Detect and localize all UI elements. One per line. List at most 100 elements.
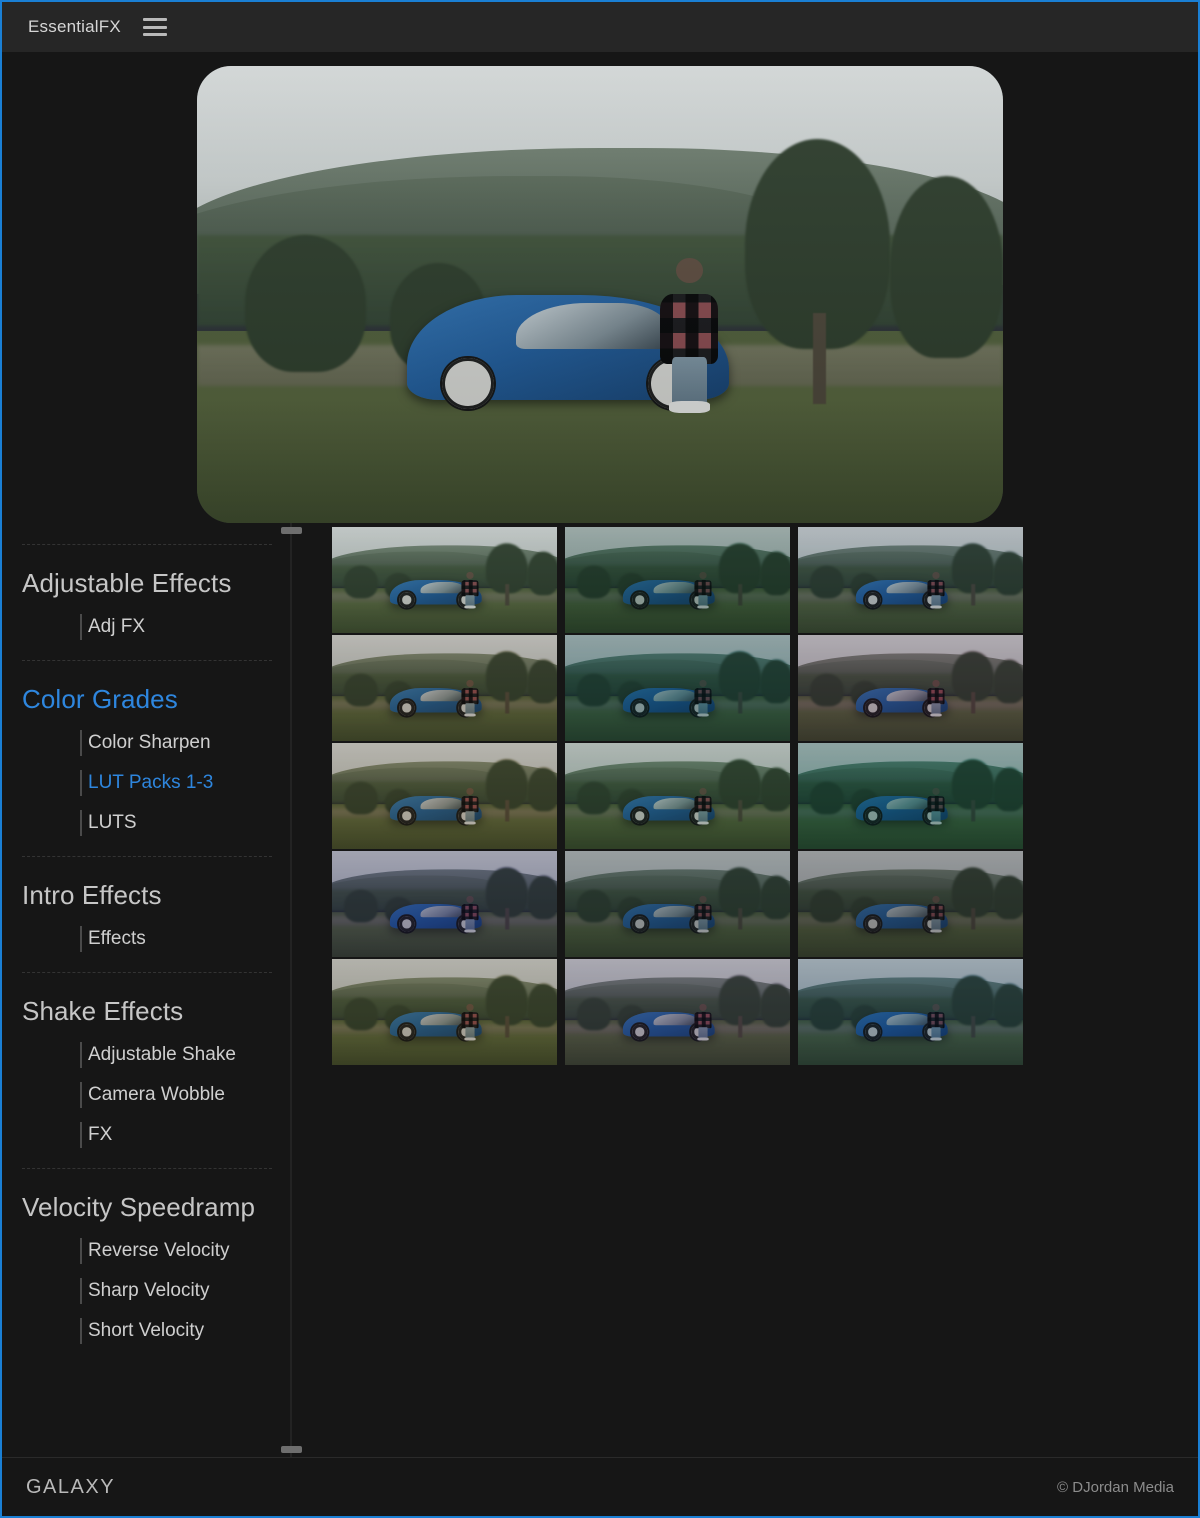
tree	[343, 997, 378, 1031]
thumbnail-scene	[798, 635, 1023, 741]
thumbnail-scene	[798, 851, 1023, 957]
preset-thumbnail[interactable]	[798, 527, 1023, 633]
person-plaid-shirt	[660, 294, 719, 364]
sidebar-group-velocity-speedramp[interactable]: Velocity Speedramp	[2, 1182, 290, 1231]
tree	[343, 889, 378, 923]
person-plaid-shirt	[461, 1011, 479, 1029]
sidebar-item-camera-wobble[interactable]: Camera Wobble	[2, 1075, 290, 1115]
tree	[576, 889, 611, 923]
sidebar-divider	[22, 544, 272, 545]
person-head	[698, 787, 707, 795]
person	[927, 787, 945, 825]
tree	[809, 997, 844, 1031]
thumbnail-scene	[798, 527, 1023, 633]
person-plaid-shirt	[461, 795, 479, 813]
car-wheel-front	[399, 1024, 415, 1040]
content-panes: Adjustable Effects Adj FX Color Grades Colo…	[2, 523, 1198, 1457]
person-plaid-shirt	[694, 795, 712, 813]
tree	[760, 551, 790, 596]
tree	[343, 781, 378, 815]
sidebar-item-color-sharpen[interactable]: Color Sharpen	[2, 723, 290, 763]
car-wheel-front	[632, 916, 648, 932]
preset-thumbnail[interactable]	[332, 851, 557, 957]
sidebar-item-sharp-velocity[interactable]: Sharp Velocity	[2, 1271, 290, 1311]
preset-thumbnail[interactable]	[565, 959, 790, 1065]
hamburger-icon[interactable]	[142, 18, 167, 36]
person	[461, 571, 479, 609]
pane-splitter[interactable]	[281, 523, 302, 1457]
preset-thumbnail[interactable]	[798, 743, 1023, 849]
car-wheel-front	[399, 700, 415, 716]
person-shoes	[697, 929, 709, 933]
tree	[527, 875, 557, 920]
thumbnail-scene	[565, 635, 790, 741]
preset-thumbnail[interactable]	[332, 743, 557, 849]
sidebar-item-fx[interactable]: FX	[2, 1115, 290, 1155]
sidebar-item-luts[interactable]: LUTS	[2, 803, 290, 843]
preset-thumbnail[interactable]	[798, 851, 1023, 957]
thumbnail-scene	[565, 851, 790, 957]
person	[927, 571, 945, 609]
hamburger-bar	[142, 33, 167, 36]
tree	[245, 235, 367, 373]
sidebar-item-short-velocity[interactable]: Short Velocity	[2, 1311, 290, 1351]
person-shoes	[464, 1037, 476, 1041]
sidebar-item-reverse-velocity[interactable]: Reverse Velocity	[2, 1231, 290, 1271]
person	[461, 787, 479, 825]
preset-thumbnail[interactable]	[565, 527, 790, 633]
sidebar-item-adjustable-shake[interactable]: Adjustable Shake	[2, 1035, 290, 1075]
tree	[809, 781, 844, 815]
tree	[760, 983, 790, 1028]
person-head	[465, 787, 474, 795]
car-windshield	[886, 797, 931, 809]
sidebar-item-lut-packs-1-3[interactable]: LUT Packs 1-3	[2, 763, 290, 803]
person-head	[931, 787, 940, 795]
splitter-grip-bottom[interactable]	[281, 1446, 302, 1453]
car-windshield	[653, 905, 698, 917]
person-head	[465, 895, 474, 903]
tree-trunk	[505, 584, 509, 606]
sidebar-group-intro-effects[interactable]: Intro Effects	[2, 870, 290, 919]
sidebar-group-shake-effects[interactable]: Shake Effects	[2, 986, 290, 1035]
person	[694, 1003, 712, 1041]
thumbnail-scene	[798, 959, 1023, 1065]
person-head	[698, 1003, 707, 1011]
person-shoes	[697, 821, 709, 825]
preset-thumbnail[interactable]	[798, 959, 1023, 1065]
thumbnail-scene	[565, 527, 790, 633]
splitter-grip-top[interactable]	[281, 527, 302, 534]
preset-thumbnail[interactable]	[798, 635, 1023, 741]
copyright-label: © DJordan Media	[1057, 1478, 1174, 1496]
person-head	[931, 679, 940, 687]
car-wheel-front	[399, 592, 415, 608]
sidebar-item-adj-fx[interactable]: Adj FX	[2, 607, 290, 647]
car-wheel-front	[632, 1024, 648, 1040]
person	[461, 679, 479, 717]
thumbnail-scene	[332, 959, 557, 1065]
preset-thumbnail[interactable]	[332, 959, 557, 1065]
person-plaid-shirt	[694, 579, 712, 597]
tree	[890, 175, 1003, 359]
tree-trunk	[971, 584, 975, 606]
person-shoes	[930, 821, 942, 825]
tree-trunk	[971, 800, 975, 822]
effects-sidebar[interactable]: Adjustable Effects Adj FX Color Grades Colo…	[2, 523, 290, 1457]
preset-thumbnail[interactable]	[565, 851, 790, 957]
preset-thumbnail[interactable]	[332, 527, 557, 633]
person-head	[698, 679, 707, 687]
tree-trunk	[738, 800, 742, 822]
preset-thumbnail[interactable]	[332, 635, 557, 741]
sidebar-group-adjustable-effects[interactable]: Adjustable Effects	[2, 558, 290, 607]
car-windshield	[420, 689, 465, 701]
thumbnail-scene	[798, 743, 1023, 849]
person	[927, 895, 945, 933]
tree-trunk	[505, 1016, 509, 1038]
sidebar-item-effects[interactable]: Effects	[2, 919, 290, 959]
preset-thumbnail-grid	[332, 527, 1027, 1065]
video-preview[interactable]	[197, 66, 1003, 523]
car-windshield	[420, 797, 465, 809]
sidebar-group-color-grades[interactable]: Color Grades	[2, 674, 290, 723]
preset-thumbnail[interactable]	[565, 635, 790, 741]
preset-thumbnail[interactable]	[565, 743, 790, 849]
person-head	[931, 1003, 940, 1011]
